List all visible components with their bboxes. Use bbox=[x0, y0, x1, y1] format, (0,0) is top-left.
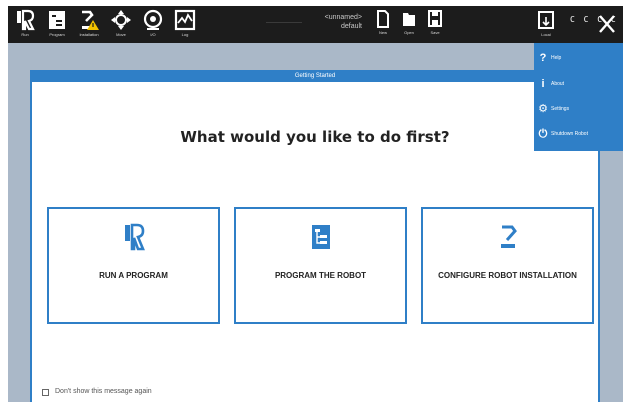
new-file-icon bbox=[377, 10, 389, 28]
menu-item-settings[interactable]: ⚙ Settings bbox=[537, 102, 621, 116]
run-tab[interactable]: Run bbox=[10, 6, 40, 43]
settings-icon: ⚙ bbox=[538, 103, 548, 115]
save-button[interactable]: Save bbox=[420, 6, 450, 43]
program-tab[interactable]: Program bbox=[42, 6, 72, 43]
move-icon bbox=[111, 10, 131, 30]
program-robot-label: PROGRAM THE ROBOT bbox=[274, 271, 367, 280]
ur-logo-icon bbox=[124, 223, 145, 251]
log-icon bbox=[174, 9, 196, 31]
configure-installation-label: CONFIGURE ROBOT INSTALLATION bbox=[438, 271, 577, 280]
program-icon bbox=[49, 11, 65, 29]
installation-name: default bbox=[340, 23, 362, 30]
menu-item-shutdown[interactable]: ⏻ Shutdown Robot bbox=[537, 127, 621, 141]
power-icon: ⏻ bbox=[538, 128, 548, 140]
io-tab-label: I/O bbox=[150, 32, 156, 37]
open-folder-icon bbox=[403, 13, 415, 26]
move-tab-label: Move bbox=[116, 32, 126, 37]
menu-item-about[interactable]: i About bbox=[537, 77, 621, 91]
save-button-label: Save bbox=[430, 30, 440, 35]
dont-show-label: Don't show this message again bbox=[55, 388, 152, 395]
save-icon bbox=[428, 10, 442, 27]
menu-item-help-label: Help bbox=[551, 55, 562, 61]
installation-icon bbox=[82, 10, 99, 30]
installation-tab[interactable]: Installation bbox=[74, 6, 104, 43]
about-icon: i bbox=[541, 78, 545, 90]
local-button-label: Local bbox=[541, 32, 551, 37]
menu-item-settings-label: Settings bbox=[551, 106, 570, 112]
run-program-card[interactable]: RUN A PROGRAM bbox=[47, 207, 220, 324]
dont-show-checkbox[interactable] bbox=[42, 389, 49, 396]
local-icon bbox=[538, 11, 554, 29]
io-icon bbox=[143, 9, 163, 30]
close-button[interactable] bbox=[598, 13, 616, 35]
run-tab-label: Run bbox=[21, 32, 29, 37]
program-name: <unnamed> bbox=[324, 14, 362, 21]
help-icon: ? bbox=[539, 52, 547, 64]
robot-arm-icon bbox=[500, 225, 517, 248]
installation-tab-label: Installation bbox=[79, 32, 99, 37]
move-tab[interactable]: Move bbox=[106, 6, 136, 43]
menu-item-shutdown-label: Shutdown Robot bbox=[551, 131, 588, 137]
close-icon bbox=[599, 15, 615, 33]
program-info: <unnamed> default bbox=[266, 13, 362, 31]
menu-item-help[interactable]: ? Help bbox=[537, 51, 621, 65]
program-robot-card[interactable]: PROGRAM THE ROBOT bbox=[234, 207, 407, 324]
program-info-divider bbox=[266, 22, 302, 23]
hamburger-menu: ? Help i About ⚙ Settings ⏻ Shutdown Rob… bbox=[534, 43, 623, 151]
menu-item-about-label: About bbox=[551, 81, 565, 87]
ur-logo-icon bbox=[17, 9, 35, 31]
log-tab-label: Log bbox=[181, 32, 189, 37]
program-icon bbox=[311, 225, 330, 249]
dialog-title: Getting Started bbox=[32, 70, 598, 82]
dialog-question: What would you like to do first? bbox=[180, 128, 450, 146]
io-tab[interactable]: I/O bbox=[138, 6, 168, 43]
top-toolbar: Run Program Installation Move I/O Log <u… bbox=[8, 6, 623, 43]
log-tab[interactable]: Log bbox=[170, 6, 200, 43]
program-tab-label: Program bbox=[49, 32, 65, 37]
configure-installation-card[interactable]: CONFIGURE ROBOT INSTALLATION bbox=[421, 207, 594, 324]
local-button[interactable]: Local bbox=[531, 6, 561, 43]
run-program-label: RUN A PROGRAM bbox=[99, 271, 168, 280]
getting-started-dialog: Getting Started What would you like to d… bbox=[30, 70, 600, 402]
